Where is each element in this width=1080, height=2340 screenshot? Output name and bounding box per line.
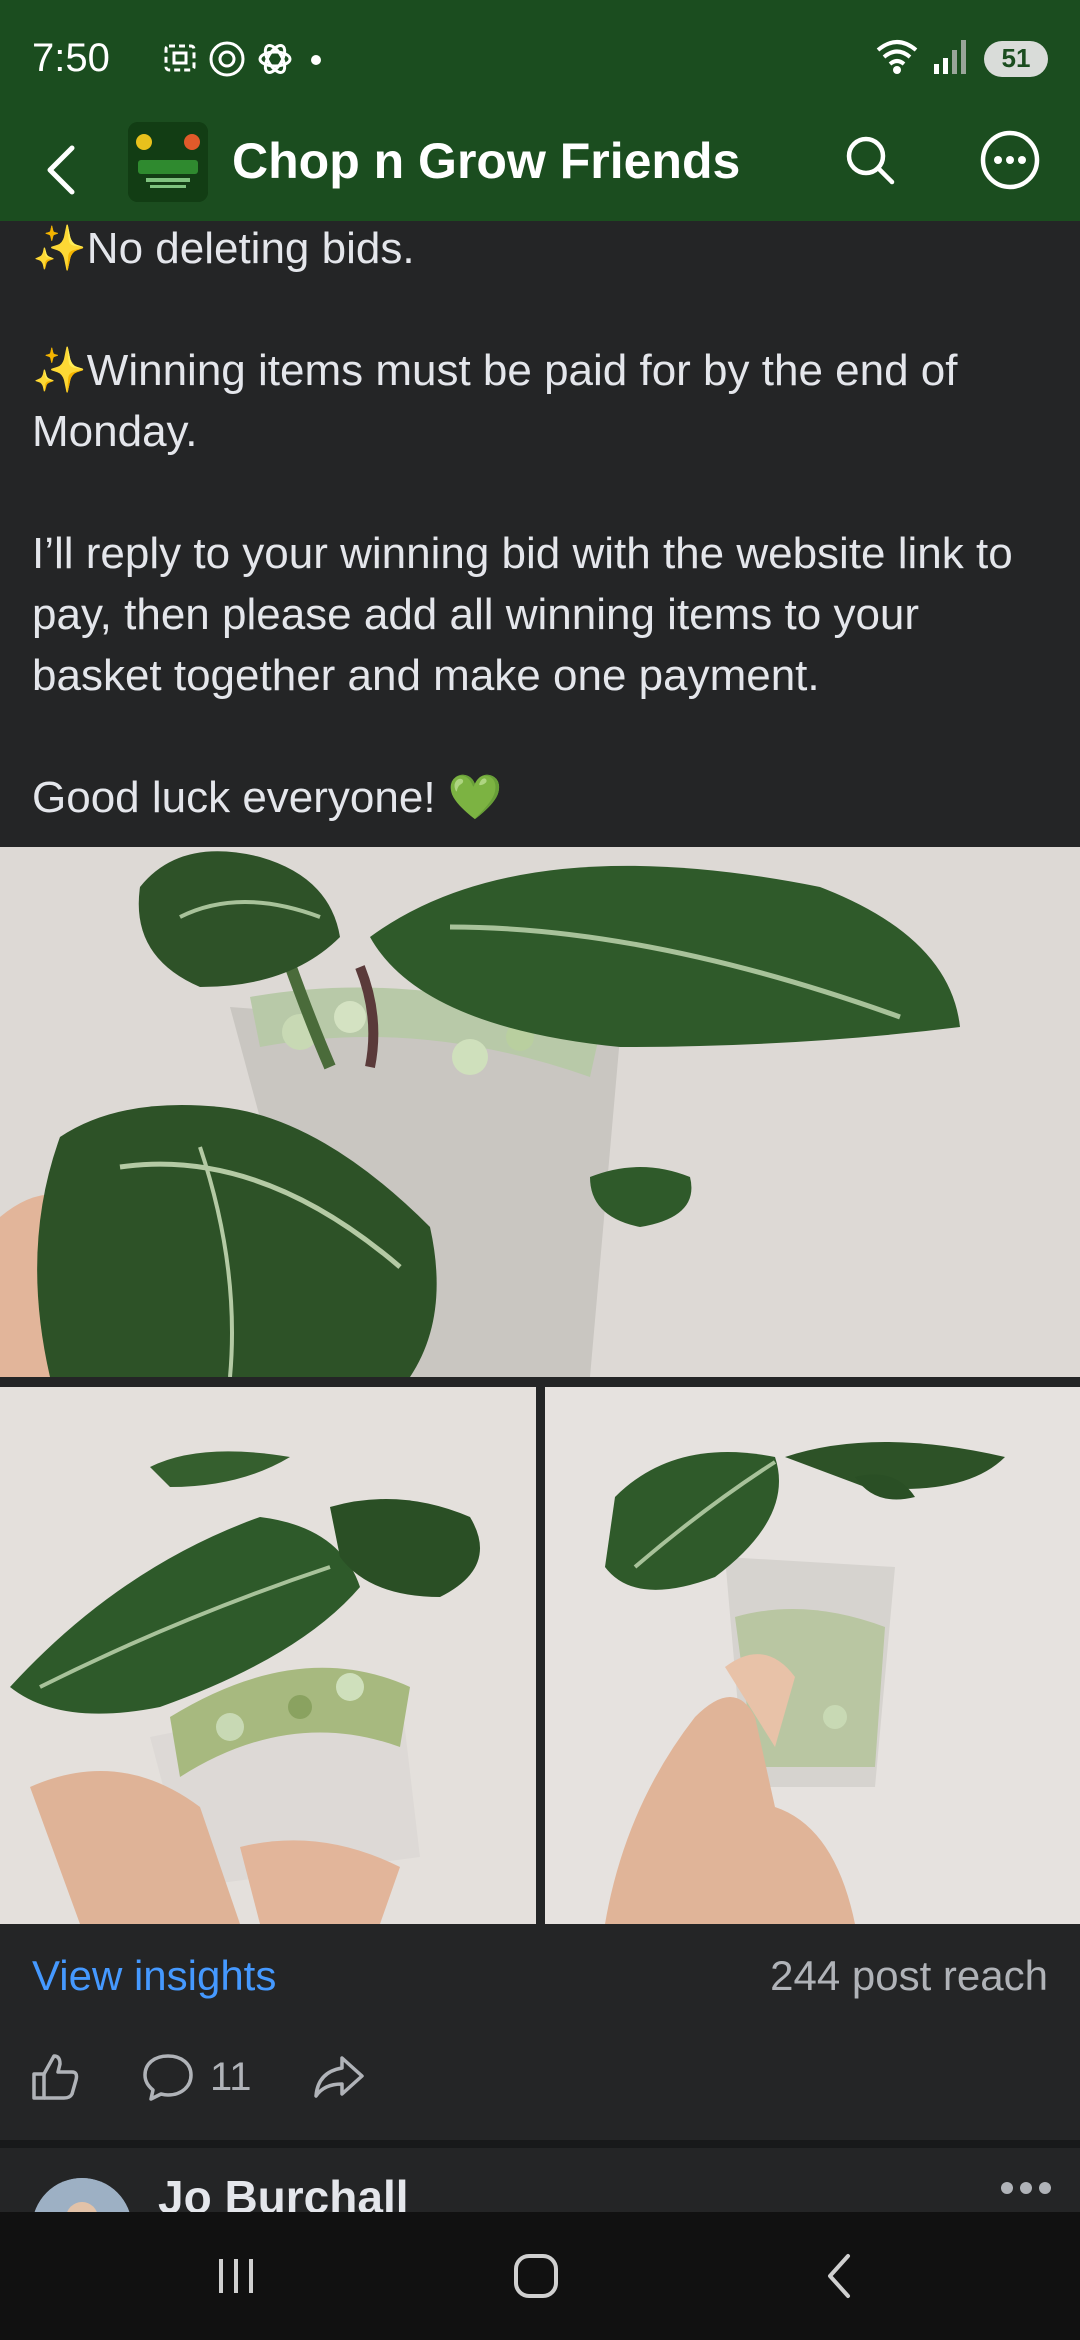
home-button[interactable]: [496, 2242, 576, 2310]
post-line: ✨No deleting bids.: [32, 218, 1052, 279]
post-line: Good luck everyone! 💚: [32, 767, 1052, 828]
signal-icon: [932, 36, 972, 81]
more-icon: [980, 130, 1040, 190]
post-line-text: Winning items must be paid for by the en…: [32, 346, 958, 456]
back-nav-button[interactable]: [800, 2242, 880, 2310]
battery-indicator: 51: [984, 40, 1048, 77]
recents-icon: [219, 2259, 253, 2293]
post-line-text: Good luck everyone!: [32, 773, 448, 822]
top-bar: 7:50 51 Chop n Grow Friends: [0, 0, 1080, 221]
search-button[interactable]: [836, 126, 904, 194]
post-line: ✨Winning items must be paid for by the e…: [32, 340, 1052, 462]
sparkles-icon: ✨: [32, 346, 87, 395]
post-divider: [0, 2140, 1080, 2148]
recents-button[interactable]: [196, 2242, 276, 2310]
group-header: Chop n Grow Friends: [0, 120, 1080, 221]
post-photo-left[interactable]: [0, 1387, 536, 1924]
more-horizontal-icon: [1001, 2182, 1051, 2194]
group-avatar[interactable]: [128, 122, 208, 202]
comment-more-button[interactable]: [1000, 2176, 1052, 2205]
search-icon: [846, 136, 895, 185]
more-options-button[interactable]: [976, 126, 1044, 194]
chevron-left-icon: [47, 145, 75, 195]
status-right: 51: [874, 36, 1048, 81]
post-line-text: I’ll reply to your winning bid with the …: [32, 529, 1013, 700]
comment-count: 11: [210, 2054, 252, 2099]
post-line-text: No deleting bids.: [86, 224, 415, 273]
post-reach: 244 post reach: [770, 1952, 1048, 1999]
home-icon: [514, 2254, 558, 2298]
view-insights-link[interactable]: View insights: [32, 1952, 276, 2000]
share-icon: [313, 2056, 364, 2098]
group-title[interactable]: Chop n Grow Friends: [232, 132, 740, 190]
comment-button[interactable]: 11: [140, 2050, 252, 2104]
thumbs-up-icon: [32, 2054, 79, 2100]
post-photo-main[interactable]: [0, 847, 1080, 1377]
screenshot-icon: [162, 40, 198, 83]
sparkles-icon: ✨: [32, 224, 87, 273]
status-time: 7:50: [32, 36, 110, 80]
like-button[interactable]: [28, 2050, 82, 2104]
back-button[interactable]: [30, 138, 94, 202]
green-heart-icon: 💚: [447, 773, 503, 822]
system-navigation-bar: [0, 2212, 1080, 2340]
notification-icons: [162, 40, 328, 83]
threads-icon: [208, 40, 246, 83]
post-photo-right[interactable]: [545, 1387, 1080, 1924]
wifi-icon: [874, 36, 920, 81]
post-body: ✨No deleting bids. ✨Winning items must b…: [32, 218, 1052, 828]
dot-icon: [304, 40, 328, 83]
share-button[interactable]: [310, 2050, 366, 2104]
post-actions: 11: [28, 2050, 424, 2104]
comment-icon: [143, 2054, 193, 2101]
status-bar: 7:50 51: [0, 0, 1080, 120]
back-icon: [828, 2254, 850, 2298]
chatgpt-icon: [256, 40, 294, 83]
post-line: I’ll reply to your winning bid with the …: [32, 523, 1052, 706]
